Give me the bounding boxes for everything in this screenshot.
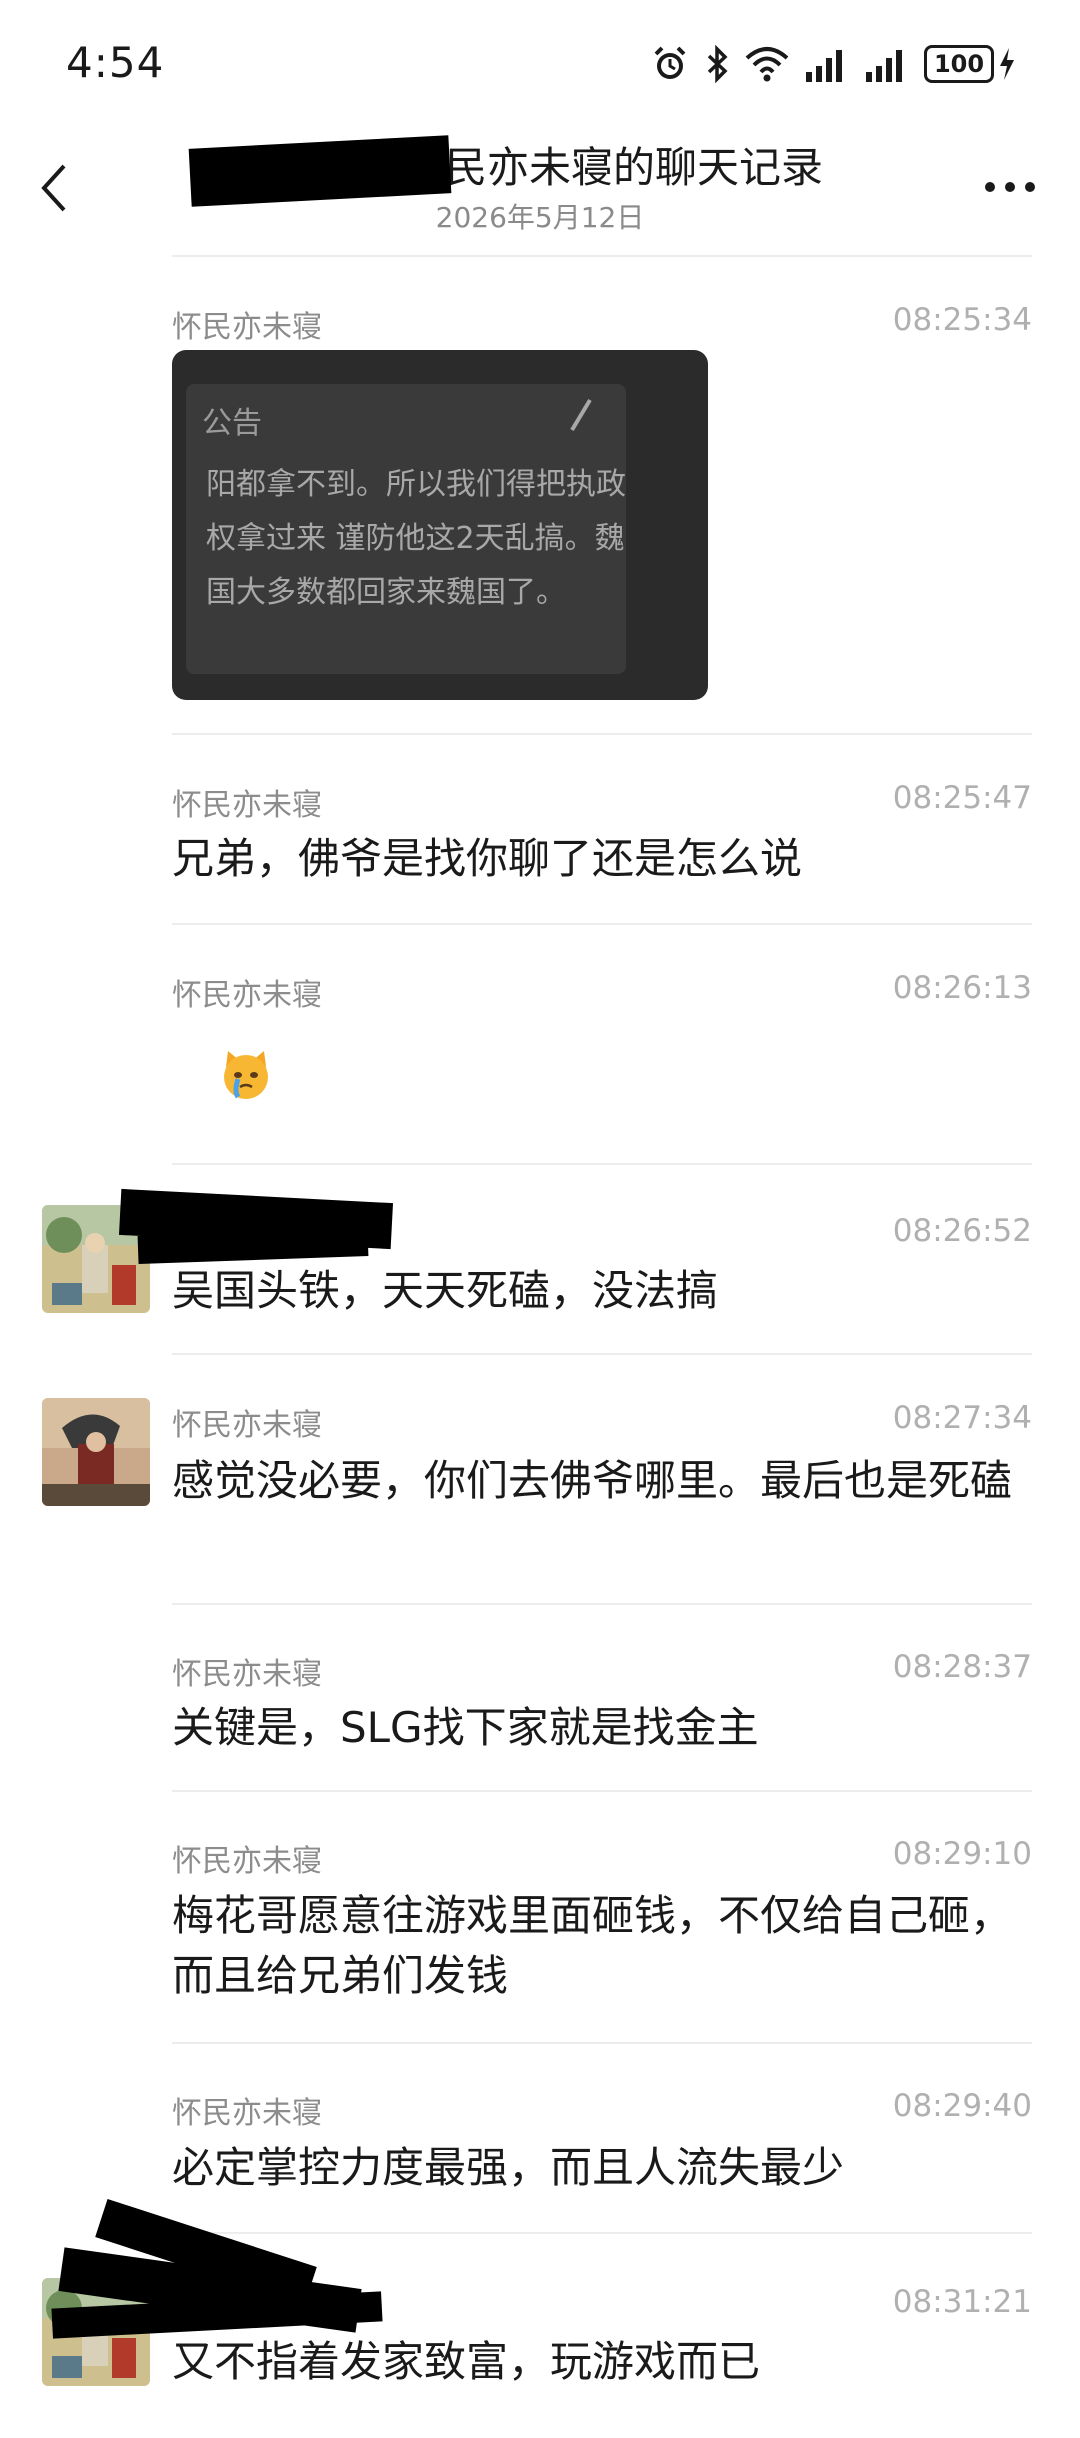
more-options-icon[interactable] bbox=[980, 172, 1040, 202]
message-sender: 怀民亦未寝 bbox=[172, 788, 322, 823]
message-sender: 怀民亦未寝 bbox=[172, 310, 322, 345]
announcement-heading: 公告 bbox=[202, 406, 262, 441]
message-sender: 怀民亦未寝 bbox=[172, 1844, 322, 1879]
message-item: 怀民亦未寝 08:27:34 感觉没必要，你们去佛爷哪里。最后也是死磕 bbox=[172, 1353, 1032, 1605]
bluetooth-icon bbox=[707, 44, 728, 84]
message-text: 吴国头铁，天天死磕，没法搞 bbox=[172, 1266, 719, 1315]
message-item: 怀民亦未寝 08:28:37 关键是，SLG找下家就是找金主 bbox=[172, 1603, 1032, 1792]
message-time: 08:31:21 bbox=[892, 2284, 1032, 2320]
message-time: 08:29:10 bbox=[892, 1836, 1032, 1872]
status-icons: 100 bbox=[650, 44, 1016, 84]
message-time: 08:26:13 bbox=[892, 970, 1032, 1006]
message-item: 怀民亦未寝 08:29:40 必定掌控力度最强，而且人流失最少 bbox=[172, 2042, 1032, 2234]
message-sender: 怀民亦未寝 bbox=[172, 978, 322, 1013]
crying-cat-emoji-icon[interactable] bbox=[218, 1047, 274, 1103]
battery-level: 100 bbox=[924, 45, 994, 83]
message-text: 关键是，SLG找下家就是找金主 bbox=[172, 1703, 759, 1752]
status-bar: 4:54 100 bbox=[0, 0, 1080, 130]
message-time: 08:27:34 bbox=[892, 1400, 1032, 1436]
avatar[interactable] bbox=[42, 1398, 150, 1506]
announcement-image[interactable]: 公告 阳都拿不到。所以我们得把执政权拿过来 谨防他这2天乱搞。魏国大多数都回家来… bbox=[172, 350, 708, 700]
announcement-body: 阳都拿不到。所以我们得把执政权拿过来 谨防他这2天乱搞。魏国大多数都回家来魏国了… bbox=[206, 467, 626, 610]
page-subtitle: 2026年5月12日 bbox=[435, 201, 645, 234]
message-item: 08:26:52 吴国头铁，天天死磕，没法搞 bbox=[172, 1163, 1032, 1355]
message-text: 又不指着发家致富，玩游戏而已 bbox=[172, 2337, 761, 2386]
page-title: 民亦未寝的聊天记录 bbox=[445, 143, 824, 192]
message-sender: 怀民亦未寝 bbox=[172, 2096, 322, 2131]
message-time: 08:28:37 bbox=[892, 1649, 1032, 1685]
edit-icon bbox=[570, 398, 592, 432]
message-sender: 怀民亦未寝 bbox=[172, 1657, 322, 1692]
status-time: 4:54 bbox=[66, 38, 165, 87]
message-time: 08:25:47 bbox=[892, 780, 1032, 816]
message-time: 08:25:34 bbox=[892, 302, 1032, 338]
message-text: 兄弟，佛爷是找你聊了还是怎么说 bbox=[172, 834, 803, 883]
charging-icon bbox=[1000, 48, 1014, 80]
message-text: 感觉没必要，你们去佛爷哪里。最后也是死磕 bbox=[172, 1456, 1013, 1505]
battery-indicator: 100 bbox=[924, 45, 1016, 83]
title-bar: 民亦未寝的聊天记录 2026年5月12日 bbox=[0, 130, 1080, 250]
message-text: 梅花哥愿意往游戏里面砸钱，不仅给自己砸，而且给兄弟们发钱 bbox=[172, 1891, 1013, 2000]
message-sender: 怀民亦未寝 bbox=[172, 1408, 322, 1443]
message-item: 怀民亦未寝 08:25:34 公告 阳都拿不到。所以我们得把执政权拿过来 谨防他… bbox=[172, 255, 1032, 735]
message-item: 怀民亦未寝 08:26:13 bbox=[172, 923, 1032, 1165]
message-item: 怀民亦未寝 08:25:47 兄弟，佛爷是找你聊了还是怎么说 bbox=[172, 733, 1032, 925]
message-time: 08:26:52 bbox=[892, 1213, 1032, 1249]
wifi-icon bbox=[745, 47, 789, 82]
signal-icon-2 bbox=[866, 50, 902, 82]
alarm-icon bbox=[654, 46, 686, 79]
message-time: 08:29:40 bbox=[892, 2088, 1032, 2124]
message-text: 必定掌控力度最强，而且人流失最少 bbox=[172, 2143, 845, 2192]
message-item: 怀民亦未寝 08:29:10 梅花哥愿意往游戏里面砸钱，不仅给自己砸，而且给兄弟… bbox=[172, 1790, 1032, 2044]
signal-icon-1 bbox=[806, 50, 842, 82]
